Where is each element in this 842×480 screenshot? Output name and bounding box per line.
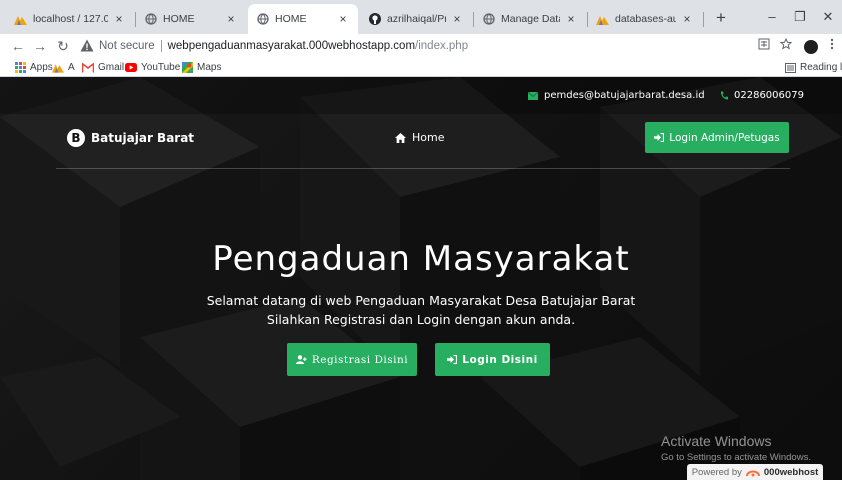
tab-home-1[interactable]: HOME × — [136, 4, 246, 34]
bookmark-youtube[interactable]: YouTube — [125, 60, 180, 75]
minimize-button[interactable]: – — [758, 6, 786, 28]
apps-grid-icon — [14, 62, 26, 73]
bookmark-gmail[interactable]: Gmail — [82, 60, 124, 75]
address-divider — [160, 40, 162, 52]
forward-button[interactable]: → — [30, 36, 50, 56]
globe-icon — [256, 13, 269, 26]
register-button-label: Registrasi Disini — [311, 353, 409, 366]
youtube-icon — [125, 62, 137, 73]
bookmarks-bar: Apps A Gmail YouTube Maps Reading list — [0, 58, 842, 77]
phone-icon — [720, 91, 728, 100]
login-button-label: Login Disini — [462, 353, 538, 366]
bookmark-label: A — [68, 62, 75, 73]
user-plus-icon — [295, 355, 307, 364]
close-icon[interactable]: × — [564, 12, 578, 26]
reading-list-icon — [784, 62, 796, 73]
globe-icon — [144, 13, 157, 26]
tab-separator — [703, 12, 704, 27]
tab-manage-databases[interactable]: Manage Databases × — [474, 4, 586, 34]
new-tab-button[interactable]: + — [710, 8, 732, 30]
tab-title: databases-auth.000w — [615, 13, 676, 25]
tab-localhost[interactable]: localhost / 127.0.0.1 × — [6, 4, 134, 34]
maps-icon — [181, 62, 193, 73]
close-icon[interactable]: × — [112, 12, 126, 26]
tab-github[interactable]: azrilhaiqal/ProjectAz × — [360, 4, 472, 34]
bookmark-a[interactable]: A — [52, 60, 75, 75]
tab-title: azrilhaiqal/ProjectAz — [387, 13, 446, 25]
browser-tab-strip: localhost / 127.0.0.1 × HOME × HOME × az… — [0, 0, 842, 34]
bookmark-label: Apps — [30, 62, 53, 73]
url-path: /index.php — [415, 40, 469, 52]
warning-icon[interactable] — [80, 39, 94, 53]
login-admin-label: Login Admin/Petugas — [669, 131, 780, 144]
reading-list-label: Reading list — [800, 62, 842, 73]
tab-databases-auth[interactable]: databases-auth.000w × — [588, 4, 702, 34]
sign-in-icon — [654, 133, 665, 142]
login-admin-button[interactable]: Login Admin/Petugas — [645, 122, 789, 153]
bookmark-label: YouTube — [141, 62, 181, 73]
home-icon — [395, 132, 406, 143]
tab-title: Manage Databases — [501, 13, 560, 25]
browser-toolbar: ← → ↻ Not secure webpengaduanmasyarakat.… — [0, 34, 842, 58]
hero-subtitle-line2: Silahkan Registrasi dan Login dengan aku… — [266, 312, 576, 327]
bookmark-label: Maps — [197, 62, 222, 73]
profile-avatar[interactable] — [804, 40, 818, 54]
hero-subtitle-line1: Selamat datang di web Pengaduan Masyarak… — [206, 293, 636, 308]
address-bar[interactable]: Not secure webpengaduanmasyarakat.000web… — [80, 36, 730, 56]
phpmyadmin-icon — [52, 62, 64, 73]
brand-mark: B — [67, 129, 85, 147]
close-icon[interactable]: × — [680, 12, 694, 26]
globe-icon — [482, 13, 495, 26]
webhost-logo-icon — [745, 467, 760, 477]
close-icon[interactable]: × — [224, 12, 238, 26]
reload-button[interactable]: ↻ — [53, 36, 73, 56]
contact-email-text: pemdes@batujajarbarat.desa.id — [544, 90, 705, 101]
bookmark-apps[interactable]: Apps — [14, 60, 53, 75]
more-menu-icon[interactable] — [822, 36, 842, 56]
powered-by-badge[interactable]: Powered by 000webhost — [687, 464, 823, 480]
nav-home-label: Home — [412, 131, 445, 144]
brand-name: Batujajar Barat — [91, 131, 195, 145]
phpmyadmin-icon — [14, 13, 27, 26]
close-icon[interactable]: × — [336, 12, 350, 26]
phpmyadmin-icon — [596, 13, 609, 26]
contact-email[interactable]: pemdes@batujajarbarat.desa.id — [528, 90, 705, 101]
login-button[interactable]: Login Disini — [435, 343, 550, 376]
bookmark-label: Gmail — [98, 62, 125, 73]
tab-title: HOME — [163, 13, 195, 25]
header-divider — [56, 168, 790, 169]
powered-by-prefix: Powered by — [691, 466, 742, 478]
close-window-button[interactable]: ✕ — [814, 6, 842, 28]
envelope-icon — [528, 91, 538, 100]
nav-home-link[interactable]: Home — [395, 131, 444, 144]
contact-phone[interactable]: 02286006079 — [720, 90, 804, 101]
web-page: pemdes@batujajarbarat.desa.id 0228600607… — [0, 77, 842, 480]
powered-by-brand: 000webhost — [763, 466, 819, 478]
reading-list-button[interactable]: Reading list — [784, 60, 842, 75]
close-icon[interactable]: × — [450, 12, 464, 26]
contact-bar: pemdes@batujajarbarat.desa.id 0228600607… — [0, 77, 842, 114]
tab-title: HOME — [275, 13, 307, 25]
translate-icon[interactable] — [754, 36, 774, 56]
activate-windows-subtitle: Go to Settings to activate Windows. — [661, 452, 811, 463]
activate-windows-title: Activate Windows — [661, 433, 772, 449]
maximize-button[interactable]: ❐ — [786, 6, 814, 28]
back-button[interactable]: ← — [8, 36, 28, 56]
tab-home-active[interactable]: HOME × — [248, 4, 358, 34]
tab-title: localhost / 127.0.0.1 — [33, 13, 108, 25]
bookmark-maps[interactable]: Maps — [181, 60, 221, 75]
security-label[interactable]: Not secure — [99, 40, 155, 52]
gmail-icon — [82, 62, 94, 73]
url-host: webpengaduanmasyarakat.000webhostapp.com — [167, 40, 416, 52]
register-button[interactable]: Registrasi Disini — [287, 343, 417, 376]
hero-title: Pengaduan Masyarakat — [212, 239, 630, 279]
activate-windows-watermark: Activate Windows Go to Settings to activ… — [661, 433, 811, 463]
contact-phone-text: 02286006079 — [734, 90, 804, 101]
sign-in-icon — [447, 355, 458, 364]
bookmark-star-icon[interactable] — [776, 36, 796, 56]
github-icon — [368, 13, 381, 26]
brand-logo[interactable]: B Batujajar Barat — [67, 129, 194, 147]
